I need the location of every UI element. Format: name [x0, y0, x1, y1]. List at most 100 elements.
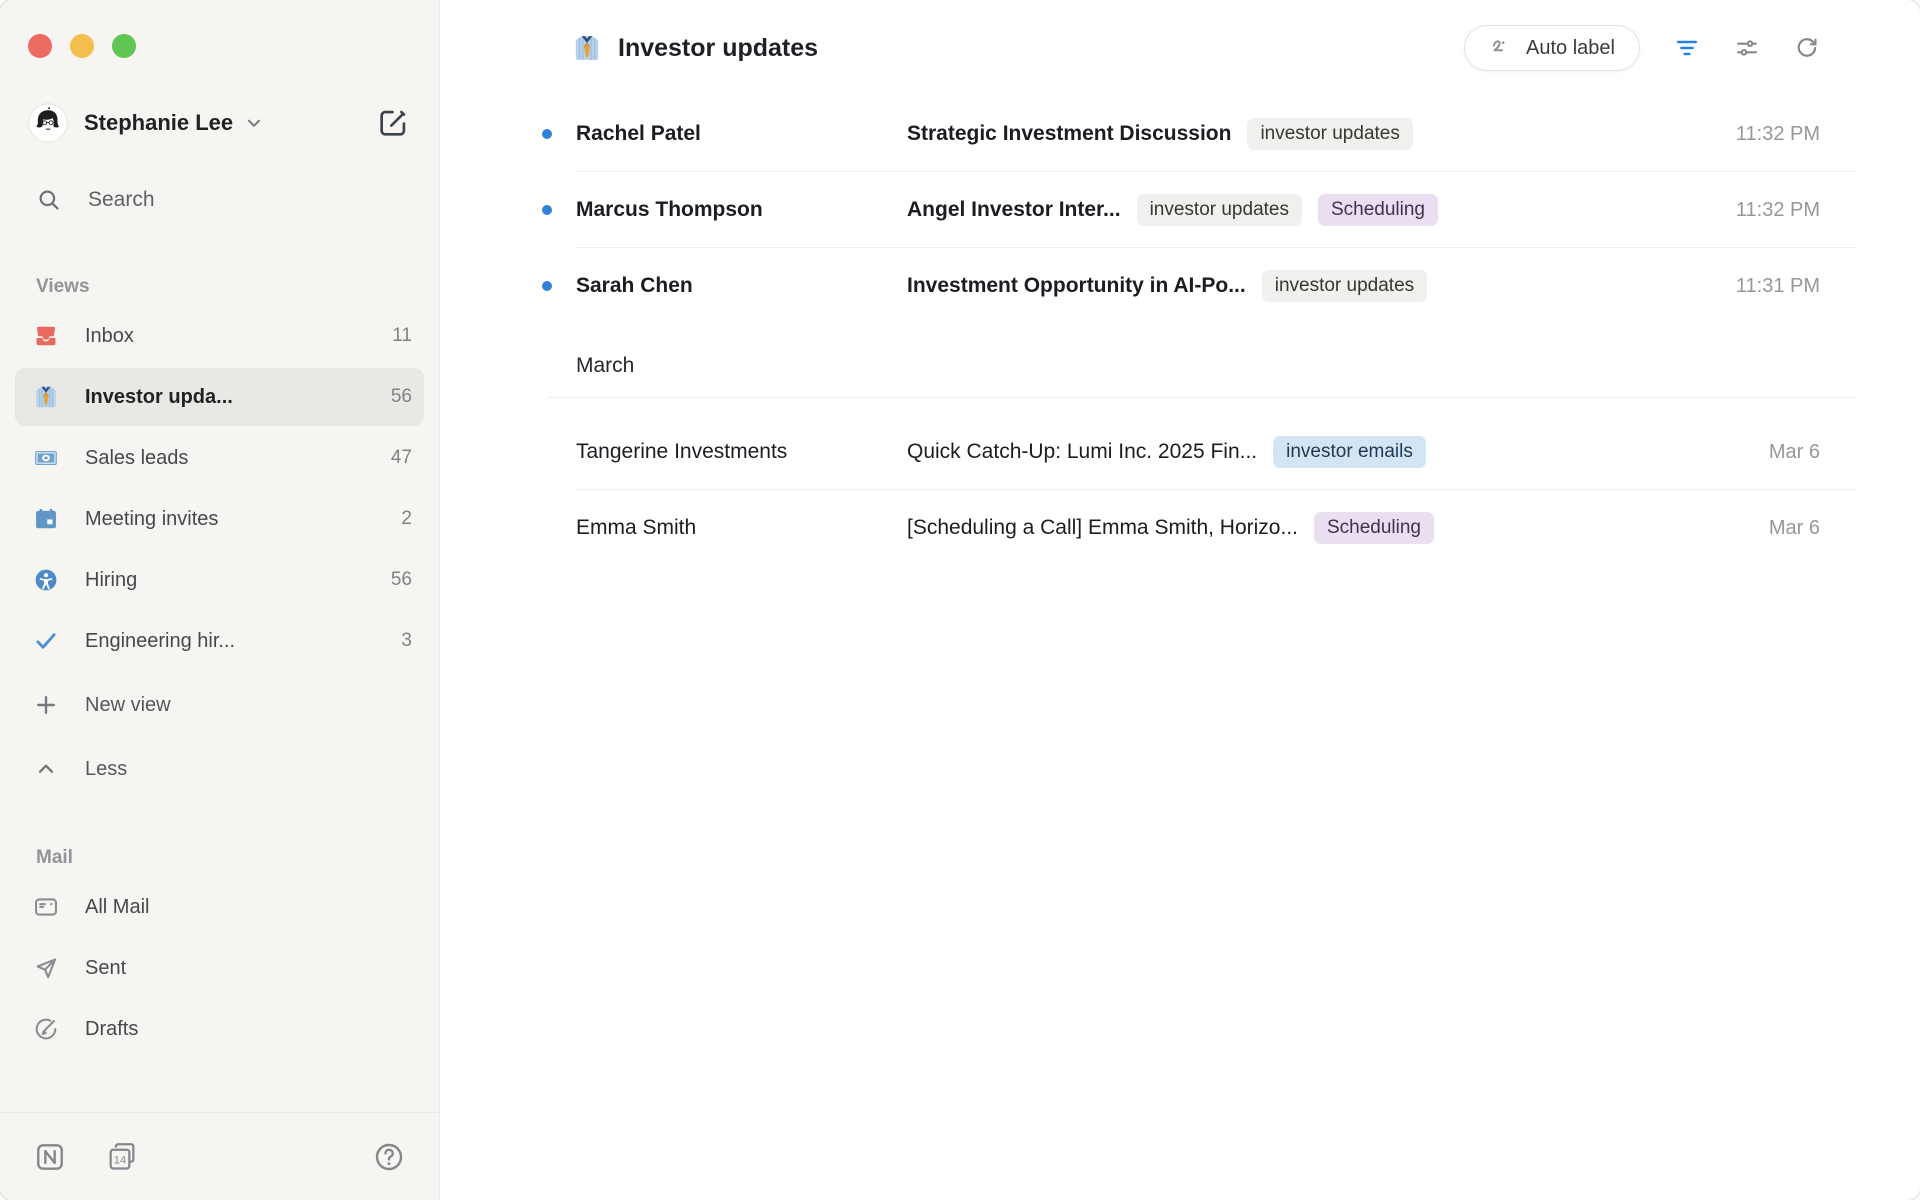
notion-calendar-icon[interactable]: 14	[106, 1141, 138, 1173]
check-icon	[33, 628, 59, 654]
sidebar-item-count: 47	[391, 447, 412, 469]
sidebar-item-label: Hiring	[85, 569, 379, 592]
label-tag[interactable]: investor updates	[1262, 270, 1427, 302]
window-controls	[0, 0, 439, 58]
sidebar-item-engineering-hir[interactable]: Engineering hir... 3	[15, 612, 424, 670]
email-sender: Marcus Thompson	[576, 198, 907, 222]
sidebar: Stephanie Lee Search Views Inbox 11 Inve…	[0, 0, 440, 1200]
search-button[interactable]: Search	[18, 178, 424, 222]
email-group: Rachel Patel Strategic Investment Discus…	[440, 96, 1920, 324]
email-sender: Rachel Patel	[576, 122, 907, 146]
email-subject: Angel Investor Inter...	[907, 198, 1121, 222]
view-title-icon	[572, 33, 602, 63]
calendar-icon	[33, 506, 59, 532]
notion-logo-icon[interactable]	[34, 1141, 66, 1173]
profile-row: Stephanie Lee	[28, 103, 409, 143]
less-label: Less	[85, 758, 412, 781]
header-toolbar: Auto label	[1464, 25, 1820, 71]
compose-button[interactable]	[377, 107, 409, 139]
email-sender: Sarah Chen	[576, 274, 907, 298]
paper-plane-icon	[33, 955, 59, 981]
user-avatar	[28, 103, 68, 143]
auto-label-icon	[1489, 36, 1514, 61]
sidebar-item-count: 3	[401, 630, 412, 652]
page-title: Investor updates	[618, 34, 818, 63]
sidebar-item-label: Sent	[85, 957, 412, 980]
refresh-icon[interactable]	[1794, 35, 1820, 61]
views-section-label: Views	[36, 276, 439, 298]
label-tag[interactable]: investor updates	[1247, 118, 1412, 150]
unread-indicator	[542, 205, 552, 215]
sidebar-item-count: 56	[391, 386, 412, 408]
sidebar-item-label: Meeting invites	[85, 508, 389, 531]
email-time: 11:32 PM	[1736, 123, 1820, 146]
email-subject: Quick Catch-Up: Lumi Inc. 2025 Fin...	[907, 440, 1257, 464]
sidebar-item-hiring[interactable]: Hiring 56	[15, 551, 424, 609]
email-row[interactable]: Marcus Thompson Angel Investor Inter... …	[440, 172, 1920, 248]
date-group-label: March	[576, 354, 634, 377]
filter-icon[interactable]	[1674, 35, 1700, 61]
date-group-header: March	[440, 354, 1920, 398]
mail-list: All Mail Sent Drafts	[0, 875, 439, 1061]
svg-text:14: 14	[114, 1154, 126, 1166]
email-row[interactable]: Tangerine Investments Quick Catch-Up: Lu…	[440, 414, 1920, 490]
search-label: Search	[88, 188, 155, 212]
email-sender: Tangerine Investments	[576, 440, 907, 464]
minimize-window-button[interactable]	[70, 34, 94, 58]
sidebar-item-label: Drafts	[85, 1018, 412, 1041]
auto-label-text: Auto label	[1526, 37, 1615, 60]
zoom-window-button[interactable]	[112, 34, 136, 58]
close-window-button[interactable]	[28, 34, 52, 58]
label-tag[interactable]: investor updates	[1137, 194, 1302, 226]
display-settings-icon[interactable]	[1734, 35, 1760, 61]
email-row[interactable]: Emma Smith [Scheduling a Call] Emma Smit…	[440, 490, 1920, 566]
sidebar-item-label: Engineering hir...	[85, 630, 389, 653]
email-row[interactable]: Sarah Chen Investment Opportunity in AI-…	[440, 248, 1920, 324]
email-row[interactable]: Rachel Patel Strategic Investment Discus…	[440, 96, 1920, 172]
views-list: Inbox 11 Investor upda... 56 Sales leads…	[0, 304, 439, 673]
new-view-button[interactable]: New view	[15, 676, 424, 734]
sidebar-item-sent[interactable]: Sent	[15, 939, 424, 997]
chevron-down-icon[interactable]	[243, 112, 265, 134]
unread-indicator	[542, 281, 552, 291]
banknote-icon	[33, 445, 59, 471]
sidebar-item-all-mail[interactable]: All Mail	[15, 878, 424, 936]
sidebar-footer: 14	[0, 1112, 439, 1200]
list-header: Investor updates Auto label	[440, 0, 1920, 96]
sidebar-item-investor-upda[interactable]: Investor upda... 56	[15, 368, 424, 426]
sidebar-item-label: All Mail	[85, 896, 412, 919]
necktie-icon	[33, 384, 59, 410]
label-tag[interactable]: Scheduling	[1318, 194, 1438, 226]
auto-label-button[interactable]: Auto label	[1464, 25, 1640, 71]
sidebar-item-label: Inbox	[85, 325, 380, 348]
email-group: Tangerine Investments Quick Catch-Up: Lu…	[440, 398, 1920, 566]
new-view-label: New view	[85, 694, 412, 717]
envelope-icon	[33, 894, 59, 920]
less-button[interactable]: Less	[15, 740, 424, 798]
profile-name[interactable]: Stephanie Lee	[84, 110, 233, 136]
sidebar-item-inbox[interactable]: Inbox 11	[15, 307, 424, 365]
mail-list-pane: Investor updates Auto label Rachel Patel…	[440, 0, 1920, 1200]
sidebar-item-count: 56	[391, 569, 412, 591]
email-subject: Strategic Investment Discussion	[907, 122, 1231, 146]
plus-icon	[33, 692, 59, 718]
help-icon[interactable]	[373, 1141, 405, 1173]
email-sender: Emma Smith	[576, 516, 907, 540]
sidebar-item-count: 11	[392, 325, 412, 347]
sidebar-item-sales-leads[interactable]: Sales leads 47	[15, 429, 424, 487]
sidebar-item-label: Investor upda...	[85, 386, 379, 409]
email-time: Mar 6	[1769, 517, 1820, 540]
sidebar-item-meeting-invites[interactable]: Meeting invites 2	[15, 490, 424, 548]
email-list: Rachel Patel Strategic Investment Discus…	[440, 96, 1920, 566]
email-time: 11:32 PM	[1736, 199, 1820, 222]
person-circle-icon	[33, 567, 59, 593]
mail-section-label: Mail	[36, 847, 439, 869]
email-time: 11:31 PM	[1736, 275, 1820, 298]
label-tag[interactable]: investor emails	[1273, 436, 1426, 468]
unread-indicator	[542, 129, 552, 139]
email-time: Mar 6	[1769, 441, 1820, 464]
label-tag[interactable]: Scheduling	[1314, 512, 1434, 544]
sidebar-item-count: 2	[401, 508, 412, 530]
search-icon	[36, 187, 62, 213]
sidebar-item-drafts[interactable]: Drafts	[15, 1000, 424, 1058]
